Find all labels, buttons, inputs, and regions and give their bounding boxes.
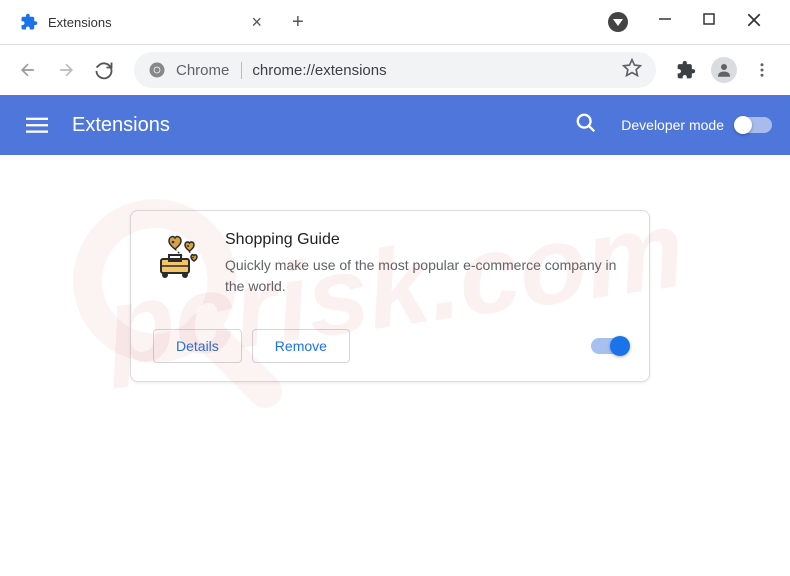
url-scheme: Chrome — [176, 62, 242, 79]
reload-button[interactable] — [88, 54, 120, 86]
page-title: Extensions — [72, 114, 567, 137]
extension-enable-toggle[interactable] — [591, 338, 627, 354]
extension-description: Quickly make use of the most popular e-c… — [225, 255, 625, 297]
extensions-header: Extensions Developer mode — [0, 95, 790, 155]
developer-mode-toggle[interactable] — [736, 117, 772, 133]
content-area: Shopping Guide Quickly make use of the m… — [0, 155, 790, 437]
address-bar: Chrome chrome://extensions — [0, 45, 790, 95]
extensions-toolbar-icon[interactable] — [670, 54, 702, 86]
extension-name: Shopping Guide — [225, 231, 625, 249]
back-button[interactable] — [12, 54, 44, 86]
puzzle-icon — [20, 13, 38, 31]
minimize-button[interactable] — [658, 12, 672, 33]
remove-button[interactable]: Remove — [252, 329, 350, 363]
bookmark-star-icon[interactable] — [622, 58, 642, 83]
hamburger-menu-button[interactable] — [18, 106, 56, 144]
new-tab-button[interactable]: + — [278, 11, 318, 34]
browser-tab[interactable]: Extensions × — [8, 3, 278, 41]
menu-button[interactable] — [746, 54, 778, 86]
details-button[interactable]: Details — [153, 329, 242, 363]
chrome-icon — [148, 61, 166, 79]
tab-search-button[interactable] — [608, 12, 628, 32]
window-titlebar: Extensions × + — [0, 0, 790, 45]
omnibox[interactable]: Chrome chrome://extensions — [134, 52, 656, 88]
tab-close-icon[interactable]: × — [247, 12, 266, 33]
extension-app-icon — [155, 231, 203, 279]
forward-button[interactable] — [50, 54, 82, 86]
tab-title: Extensions — [48, 15, 247, 30]
extension-card: Shopping Guide Quickly make use of the m… — [130, 210, 650, 382]
close-window-button[interactable] — [746, 12, 762, 33]
developer-mode-label: Developer mode — [621, 117, 724, 133]
search-button[interactable] — [567, 104, 605, 147]
profile-button[interactable] — [708, 54, 740, 86]
maximize-button[interactable] — [702, 12, 716, 33]
url-path: chrome://extensions — [252, 62, 612, 79]
